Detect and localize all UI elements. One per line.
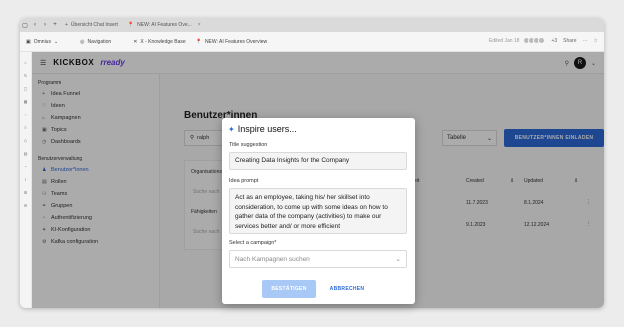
refresh-icon[interactable]: ↻	[20, 73, 31, 78]
workspace-icon: ▣	[26, 38, 31, 45]
bookmark-label: X - Knowledge Base	[140, 38, 186, 45]
bookmark-knowledge-base[interactable]: ✕ X - Knowledge Base	[133, 39, 186, 45]
list-icon[interactable]: ≡	[20, 125, 31, 130]
pin-icon: 📍	[195, 38, 202, 45]
workspace-switcher[interactable]: ▣ Omnius ⌄	[26, 39, 58, 45]
title-suggestion-label: Title suggestion	[229, 142, 268, 148]
settings-icon[interactable]: ⚙	[20, 203, 31, 208]
doc-icon[interactable]: ▢	[20, 86, 31, 91]
star-icon[interactable]: ☆	[594, 38, 598, 44]
table-icon[interactable]: ⊞	[20, 190, 31, 195]
idea-prompt-label: Idea prompt	[229, 178, 259, 184]
back-icon[interactable]: ‹	[30, 22, 40, 28]
campaign-label: Select a campaign*	[229, 240, 277, 246]
chevron-down-icon: ⌄	[395, 256, 401, 263]
bell-icon[interactable]: ◔	[20, 164, 31, 169]
more-icon[interactable]: ⋯	[583, 38, 588, 44]
globe-icon: ◎	[80, 38, 85, 45]
pin-icon: 📍	[127, 22, 135, 28]
clip-icon[interactable]: ⌇	[20, 177, 31, 182]
browser-tab-label: NEW: AI Features Ove...	[137, 22, 192, 28]
chevron-down-icon: ⌄	[53, 38, 59, 45]
left-icon-rail: ⌂ ↻ ▢ ▦ ◌ ≡ ◇ ▤ ◔ ⌇ ⊞ ⚙	[20, 52, 32, 308]
sparkle-icon: ✦	[228, 124, 235, 134]
chat-icon[interactable]: ◌	[20, 112, 31, 117]
browser-tab[interactable]: 📍 NEW: AI Features Ove... ×	[123, 18, 206, 32]
plus-icon: +	[65, 22, 68, 28]
collaborator-count: +3	[551, 37, 558, 44]
bookmark-label: Navigation	[87, 38, 112, 45]
share-button[interactable]: Share	[563, 38, 576, 44]
calendar-icon[interactable]: ▦	[20, 99, 31, 104]
cancel-button[interactable]: ABBRECHEN	[322, 280, 372, 298]
forward-icon[interactable]: ›	[40, 22, 50, 28]
collaborator-avatars[interactable]	[523, 37, 546, 44]
browser-tab-label: Übersicht Chat Insert	[70, 22, 118, 28]
bookmark-navigation[interactable]: ◎ Navigation	[80, 39, 111, 45]
browser-tab-bar: ▢ ‹ › + + Übersicht Chat Insert 📍 NEW: A…	[20, 18, 604, 32]
dialog-title-text: Inspire users...	[237, 124, 297, 134]
close-icon[interactable]: ×	[198, 22, 201, 28]
campaign-select[interactable]: Nach Kampagnen suchen ⌄	[229, 250, 407, 268]
campaign-placeholder: Nach Kampagnen suchen	[235, 255, 310, 263]
x-icon: ✕	[133, 38, 138, 45]
dialog-title: ✦ Inspire users...	[228, 124, 297, 134]
bookmark-ai-features[interactable]: 📍 NEW: AI Features Overview	[196, 39, 267, 45]
idea-prompt-textarea[interactable]: Act as an employee, taking his/ her skil…	[229, 188, 407, 234]
home-icon[interactable]: ⌂	[20, 60, 31, 65]
sidebar-toggle-icon[interactable]: ▢	[20, 22, 30, 29]
title-suggestion-input[interactable]: Creating Data Insights for the Company	[229, 152, 407, 170]
bookmark-label: NEW: AI Features Overview	[204, 38, 268, 45]
tag-icon[interactable]: ◇	[20, 138, 31, 143]
new-tab-icon[interactable]: +	[50, 22, 60, 28]
browser-tab[interactable]: + Übersicht Chat Insert	[60, 18, 123, 32]
confirm-button[interactable]: BESTÄTIGEN	[262, 280, 316, 298]
page-actions: Edited Jan 18 +3 Share ⋯ ☆	[489, 37, 598, 44]
edited-timestamp: Edited Jan 18	[488, 37, 520, 44]
inspire-users-dialog: ✦ Inspire users... Title suggestion Crea…	[222, 118, 415, 304]
workspace-name: Omnius	[33, 38, 51, 45]
lock-icon[interactable]: ▤	[20, 151, 31, 156]
bookmark-bar: ▣ Omnius ⌄ ◎ Navigation ✕ X - Knowledge …	[20, 32, 604, 52]
